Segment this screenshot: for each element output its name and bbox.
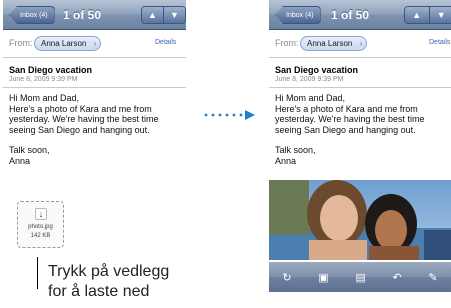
from-label: From: — [9, 38, 33, 48]
body-line: yesterday. We're having the best time — [9, 114, 159, 124]
subject-block: San Diego vacation June 8, 2009 9:39 PM — [269, 58, 451, 88]
body-line: Hi Mom and Dad, — [275, 93, 346, 103]
transition-arrow-icon — [204, 110, 255, 120]
caption-line: Trykk på vedlegg — [48, 263, 170, 280]
attachment-filename: photo.jpg — [28, 224, 53, 230]
signoff-line: Anna — [9, 155, 31, 166]
sender-name: Anna Larson — [41, 39, 87, 48]
reply-icon[interactable]: ↶ — [392, 271, 401, 284]
from-label: From: — [275, 38, 299, 48]
signoff-line: Talk soon, — [275, 145, 316, 155]
navigation-bar: Inbox (4) 1 of 50 ▲ ▼ — [269, 0, 451, 30]
navigation-bar: Inbox (4) 1 of 50 ▲ ▼ — [3, 0, 186, 30]
sender-chip[interactable]: Anna Larson › — [34, 36, 102, 51]
subject-block: San Diego vacation June 8, 2009 9:39 PM — [3, 58, 186, 88]
mail-screen-before: Inbox (4) 1 of 50 ▲ ▼ From: Anna Larson ›… — [3, 0, 186, 252]
body-line: Here's a photo of Kara and me from — [9, 103, 152, 114]
from-row: From: Anna Larson › Details — [3, 30, 186, 58]
mail-screen-after: Inbox (4) 1 of 50 ▲ ▼ From: Anna Larson ›… — [269, 0, 451, 292]
message-counter: 1 of 50 — [63, 8, 102, 22]
refresh-icon[interactable]: ↻ — [282, 271, 291, 284]
from-row: From: Anna Larson › Details — [269, 30, 451, 58]
signoff-line: Anna — [275, 155, 297, 166]
caption-line: for å laste ned — [48, 283, 150, 300]
chevron-right-icon: › — [93, 39, 97, 48]
details-link[interactable]: Details — [429, 39, 450, 46]
inbox-back-button[interactable]: Inbox (4) — [275, 6, 321, 24]
callout-line — [37, 257, 38, 289]
down-triangle-icon[interactable]: ▼ — [163, 7, 185, 23]
attachment-placeholder[interactable]: ↓ photo.jpg 142 KB — [17, 201, 64, 248]
inbox-back-button[interactable]: Inbox (4) — [9, 6, 55, 24]
message-subject: San Diego vacation — [275, 65, 359, 75]
down-triangle-icon[interactable]: ▼ — [428, 7, 451, 23]
up-triangle-icon[interactable]: ▲ — [142, 7, 163, 23]
body-line: seeing San Diego and hanging out. — [275, 124, 416, 135]
bottom-toolbar: ↻ ▣ ▤ ↶ ✎ — [269, 262, 451, 292]
message-body: Hi Mom and Dad, Here's a photo of Kara a… — [9, 93, 185, 166]
move-to-folder-icon[interactable]: ▣ — [318, 271, 328, 284]
compose-icon[interactable]: ✎ — [428, 271, 437, 284]
message-body: Hi Mom and Dad, Here's a photo of Kara a… — [275, 93, 451, 166]
body-line: Hi Mom and Dad, — [9, 93, 80, 103]
message-navigation-control: ▲ ▼ — [404, 6, 451, 24]
body-line: yesterday. We're having the best time — [275, 114, 425, 124]
message-date: June 8, 2009 9:39 PM — [9, 76, 78, 83]
message-date: June 8, 2009 9:39 PM — [275, 76, 344, 83]
message-counter: 1 of 50 — [331, 8, 370, 22]
trash-icon[interactable]: ▤ — [355, 271, 365, 284]
attached-photo[interactable] — [269, 180, 451, 260]
message-navigation-control: ▲ ▼ — [141, 6, 186, 24]
sender-chip[interactable]: Anna Larson › — [300, 36, 368, 51]
sender-name: Anna Larson — [307, 39, 353, 48]
callout-caption: Trykk på vedlegg for å laste ned — [48, 262, 169, 302]
message-subject: San Diego vacation — [9, 65, 93, 75]
details-link[interactable]: Details — [155, 39, 176, 46]
up-triangle-icon[interactable]: ▲ — [405, 7, 429, 23]
download-arrow-icon: ↓ — [35, 208, 47, 220]
body-line: Here's a photo of Kara and me from — [275, 103, 418, 114]
signoff-line: Talk soon, — [9, 145, 50, 155]
chevron-right-icon: › — [359, 39, 363, 48]
body-line: seeing San Diego and hanging out. — [9, 124, 150, 135]
attachment-size: 142 KB — [30, 233, 51, 239]
